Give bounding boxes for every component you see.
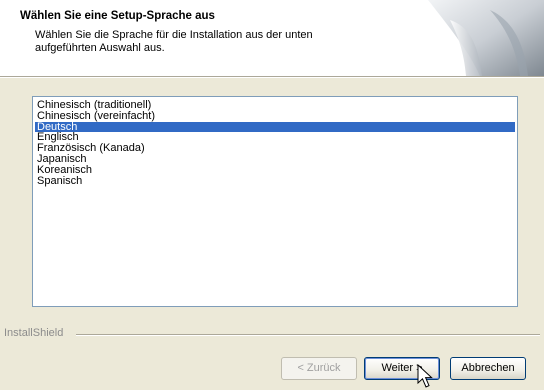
installshield-logo-icon [428,0,544,76]
language-option[interactable]: Koreanisch [35,164,515,176]
language-option[interactable]: Spanisch [35,175,515,187]
language-option[interactable]: Chinesisch (vereinfacht) [35,110,515,122]
cancel-button[interactable]: Abbrechen [450,357,526,380]
language-listbox[interactable]: Chinesisch (traditionell) Chinesisch (ver… [32,96,518,307]
back-button[interactable]: < Zurück [281,357,357,380]
dialog-title: Wählen Sie eine Setup-Sprache aus [20,10,215,22]
installshield-label: InstallShield [4,327,64,339]
language-option[interactable]: Deutsch [35,121,515,133]
footer-separator [76,334,540,336]
language-option[interactable]: Französisch (Kanada) [35,143,515,154]
header-panel: Wählen Sie eine Setup-Sprache aus Wählen… [0,0,544,77]
mouse-pointer-icon [417,364,433,388]
language-option[interactable]: Japanisch [35,154,515,165]
dialog-description: Wählen Sie die Sprache für die Installat… [35,29,313,54]
header-separator [0,76,544,78]
